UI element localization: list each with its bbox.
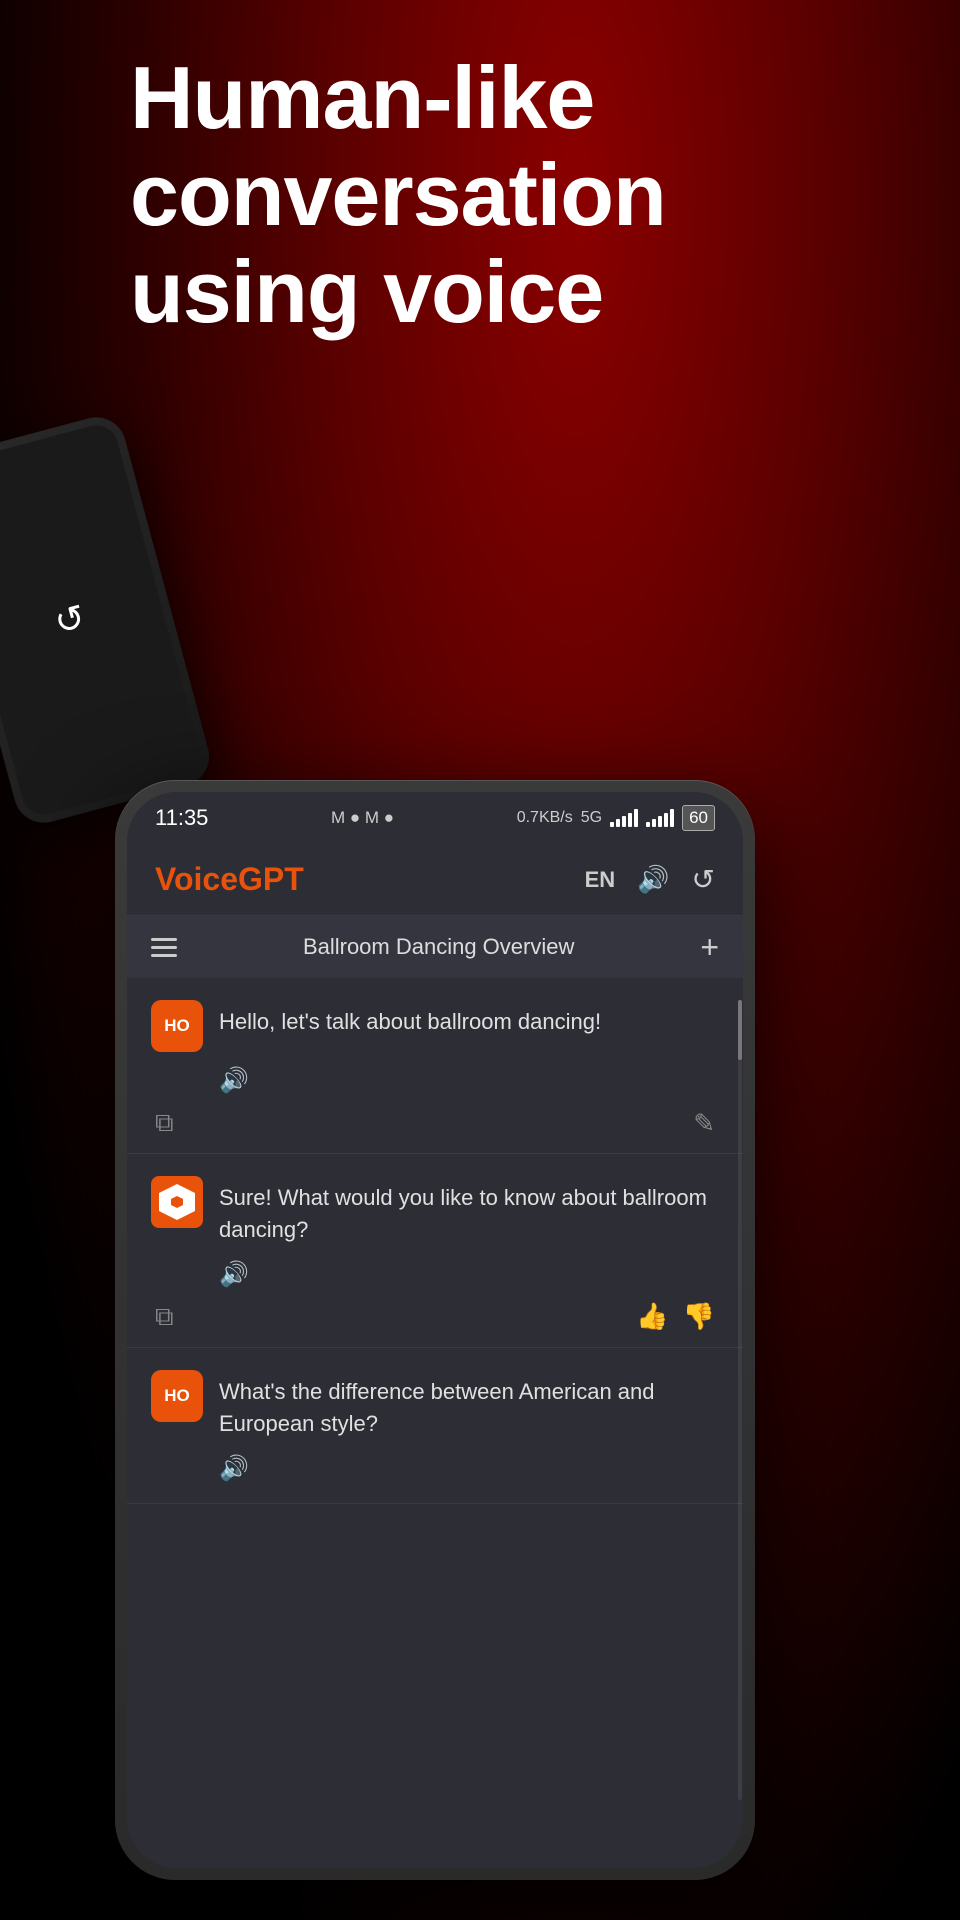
menu-line-3 [151, 954, 177, 957]
speaker-icon-3[interactable]: 🔊 [219, 1455, 249, 1482]
thumbup-icon-2[interactable]: 👍 [636, 1301, 668, 1332]
speaker-row-1: 🔊 [151, 1062, 719, 1101]
phone-main: 11:35 M ● M ● 0.7KB/s 5G [115, 780, 755, 1880]
msg-action-left-1: ⧉ [155, 1107, 174, 1139]
status-icons: M ● M ● [331, 808, 394, 828]
message-row-3: HO What's the difference between America… [151, 1370, 719, 1440]
menu-line-2 [151, 946, 177, 949]
volume-icon[interactable]: 🔊 [637, 864, 669, 895]
speaker-icon-2[interactable]: 🔊 [219, 1261, 249, 1288]
chat-area[interactable]: HO Hello, let's talk about ballroom danc… [127, 978, 743, 1868]
message-text-3: What's the difference between American a… [219, 1370, 719, 1440]
message-text-2: Sure! What would you like to know about … [219, 1176, 719, 1246]
scrollbar[interactable] [737, 980, 743, 1780]
message-row-2: Sure! What would you like to know about … [151, 1176, 719, 1246]
ai-avatar-dot [171, 1196, 183, 1208]
msg-actions-2: ⧉ 👍 👎 [151, 1295, 719, 1333]
battery-indicator: 60 [682, 805, 715, 831]
message-block-3: HO What's the difference between America… [127, 1348, 743, 1504]
hero-line2: conversation [130, 145, 666, 244]
scrollbar-thumb [738, 1000, 742, 1060]
status-right: 0.7KB/s 5G 60 [517, 805, 715, 831]
msg-action-right-2: 👍 👎 [636, 1301, 715, 1332]
signal-bars-icon [610, 809, 638, 827]
language-selector[interactable]: EN [585, 867, 616, 893]
message-row-1: HO Hello, let's talk about ballroom danc… [151, 1000, 719, 1052]
network-type: 5G [581, 809, 602, 827]
hero-line3: using voice [130, 242, 603, 341]
speaker-row-3: 🔊 [151, 1450, 719, 1489]
speaker-icon-1[interactable]: 🔊 [219, 1067, 249, 1094]
msg-action-left-2: ⧉ [155, 1301, 174, 1333]
ai-avatar-inner [159, 1184, 195, 1220]
refresh-icon[interactable]: ↺ [692, 863, 715, 896]
network-speed: 0.7KB/s [517, 809, 573, 827]
header-actions: EN 🔊 ↺ [585, 863, 715, 896]
status-bar: 11:35 M ● M ● 0.7KB/s 5G [127, 792, 743, 844]
app-title: VoiceGPT [155, 861, 304, 898]
msg-action-right-1: ✎ [693, 1108, 715, 1139]
conv-title-bar: Ballroom Dancing Overview + [127, 916, 743, 978]
scrollbar-track [738, 1000, 742, 1800]
msg-actions-1: ⧉ ✎ [151, 1101, 719, 1139]
menu-button[interactable] [151, 938, 177, 957]
message-block-2: Sure! What would you like to know about … [127, 1154, 743, 1348]
left-phone-refresh-icon: ↺ [50, 596, 90, 644]
message-block-1: HO Hello, let's talk about ballroom danc… [127, 978, 743, 1154]
hero-text: Human-like conversation using voice [130, 50, 900, 340]
signal-bars2-icon [646, 809, 674, 827]
hero-line1: Human-like [130, 48, 594, 147]
ai-avatar-2 [151, 1176, 203, 1228]
speaker-row-2: 🔊 [151, 1256, 719, 1295]
copy-icon-1[interactable]: ⧉ [155, 1107, 174, 1139]
status-time: 11:35 [155, 805, 208, 831]
carrier-icons: M ● M ● [331, 808, 394, 828]
copy-icon-2[interactable]: ⧉ [155, 1301, 174, 1333]
new-conversation-button[interactable]: + [700, 929, 719, 966]
conversation-title: Ballroom Dancing Overview [303, 934, 574, 960]
message-text-1: Hello, let's talk about ballroom dancing… [219, 1000, 719, 1038]
edit-icon-1[interactable]: ✎ [693, 1108, 715, 1139]
user-avatar-3: HO [151, 1370, 203, 1422]
thumbdown-icon-2[interactable]: 👎 [683, 1301, 715, 1332]
app-header: VoiceGPT EN 🔊 ↺ [127, 844, 743, 916]
user-avatar-1: HO [151, 1000, 203, 1052]
phone-screen: 11:35 M ● M ● 0.7KB/s 5G [127, 792, 743, 1868]
menu-line-1 [151, 938, 177, 941]
